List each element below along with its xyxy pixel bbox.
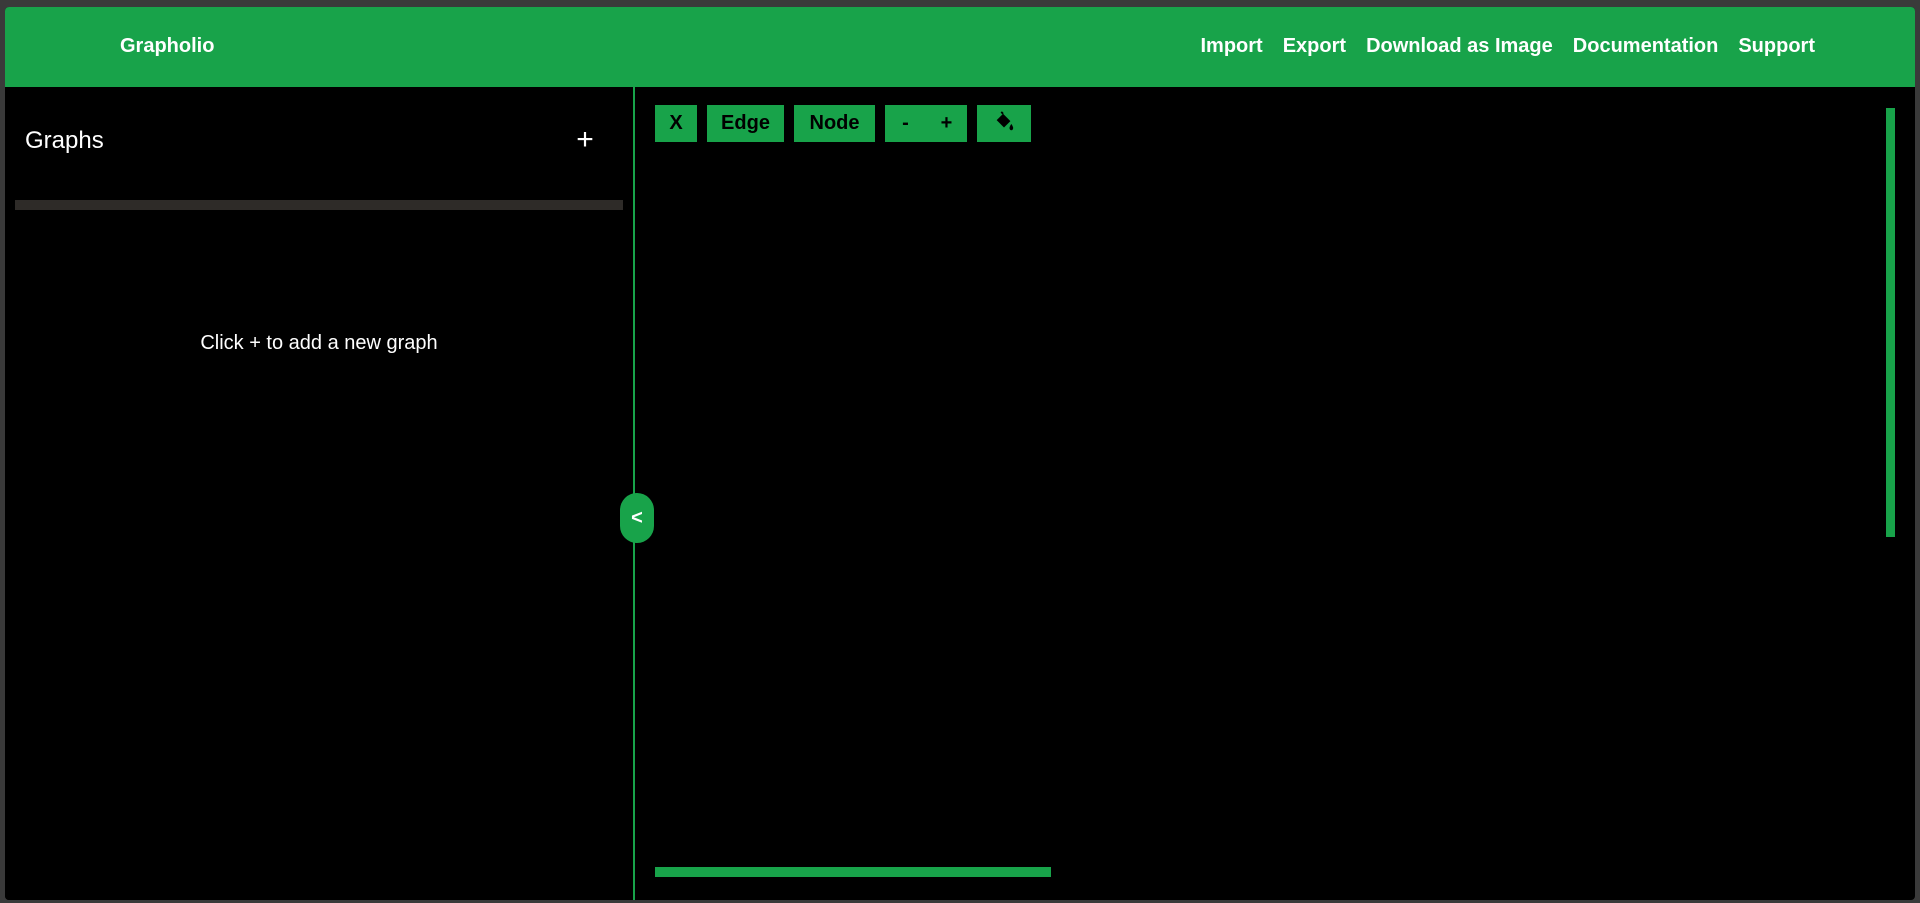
fill-button[interactable] bbox=[977, 105, 1031, 142]
brand-link[interactable]: Grapholio bbox=[120, 35, 214, 58]
app-window: Grapholio Import Export Download as Imag… bbox=[5, 7, 1915, 900]
node-button[interactable]: Node bbox=[794, 105, 875, 142]
graph-list-bar[interactable] bbox=[15, 200, 623, 210]
edge-button[interactable]: Edge bbox=[707, 105, 784, 142]
empty-graphs-message: Click + to add a new graph bbox=[200, 332, 438, 354]
horizontal-scrollbar[interactable] bbox=[655, 867, 1051, 877]
vertical-scrollbar[interactable] bbox=[1886, 108, 1895, 537]
nav-documentation[interactable]: Documentation bbox=[1573, 35, 1719, 58]
nav-support[interactable]: Support bbox=[1738, 35, 1815, 58]
collapse-sidebar-button[interactable]: < bbox=[620, 493, 654, 543]
zoom-in-button[interactable]: + bbox=[926, 105, 967, 142]
clear-button[interactable]: X bbox=[655, 105, 697, 142]
nav-import[interactable]: Import bbox=[1201, 35, 1263, 58]
nav-download-image[interactable]: Download as Image bbox=[1366, 35, 1553, 58]
sidebar-title: Graphs bbox=[25, 127, 104, 154]
add-graph-button[interactable]: + bbox=[568, 123, 602, 157]
nav-links: Import Export Download as Image Document… bbox=[1201, 35, 1816, 58]
zoom-controls: - + bbox=[885, 105, 967, 142]
canvas-toolbar: X Edge Node - + bbox=[655, 105, 1031, 142]
zoom-out-button[interactable]: - bbox=[885, 105, 926, 142]
graphs-sidebar: Graphs + Click + to add a new graph bbox=[5, 87, 633, 900]
top-navbar: Grapholio Import Export Download as Imag… bbox=[5, 7, 1915, 87]
nav-export[interactable]: Export bbox=[1283, 35, 1346, 58]
paint-bucket-icon bbox=[996, 111, 1014, 131]
